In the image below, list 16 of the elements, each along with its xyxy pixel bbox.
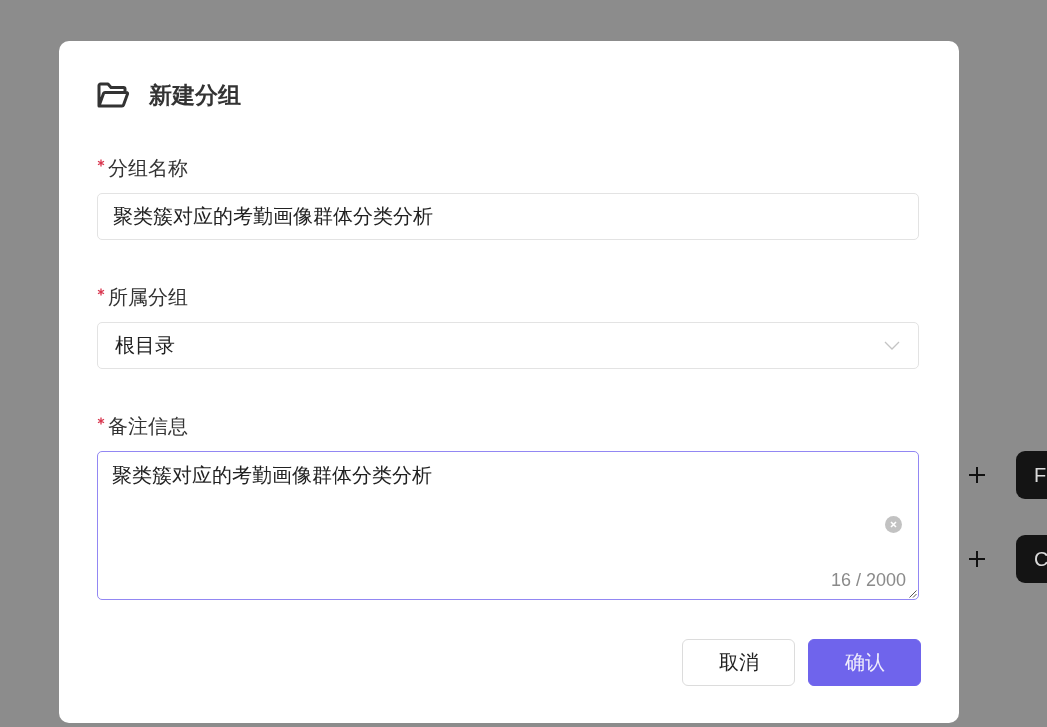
field-label: 分组名称 xyxy=(108,156,188,181)
name-input[interactable]: 聚类簇对应的考勤画像群体分类分析 xyxy=(97,193,919,240)
resize-handle-icon[interactable] xyxy=(909,590,917,598)
plus-icon[interactable] xyxy=(968,466,986,484)
chevron-down-icon xyxy=(884,341,900,350)
cancel-button[interactable]: 取消 xyxy=(682,639,795,686)
action-button[interactable]: C xyxy=(1016,535,1047,583)
confirm-button[interactable]: 确认 xyxy=(808,639,921,686)
plus-icon[interactable] xyxy=(968,550,986,568)
field-label: 所属分组 xyxy=(108,285,188,310)
char-counter: 16 / 2000 xyxy=(830,569,906,591)
group-select[interactable]: 根目录 xyxy=(97,322,919,369)
action-button[interactable]: F xyxy=(1016,451,1047,499)
field-label: 备注信息 xyxy=(108,414,188,439)
dialog-title: 新建分组 xyxy=(149,81,241,110)
folder-icon xyxy=(97,82,129,108)
